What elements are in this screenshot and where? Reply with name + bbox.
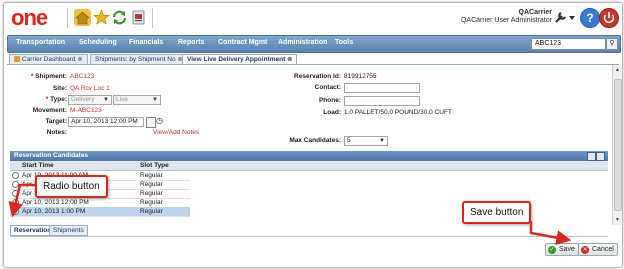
home-icon [14, 56, 20, 62]
load-label: Load: [323, 109, 341, 116]
header-divider [67, 8, 68, 28]
type-select[interactable]: Delivery ▼ [68, 95, 112, 105]
settings-wrench-icon[interactable] [554, 10, 576, 27]
col-slot-type[interactable]: Slot Type [140, 161, 169, 170]
document-icon[interactable] [130, 9, 147, 26]
cancel-button[interactable]: ✕ Cancel [578, 243, 618, 256]
row-radio[interactable] [12, 172, 19, 179]
tab-label: Shipments: by Shipment No [95, 56, 176, 63]
nav-reports[interactable]: Reports [178, 39, 204, 46]
row-radio-selected[interactable] [12, 208, 19, 215]
tab-carrier-dashboard[interactable]: Carrier Dashboard ⊗ [9, 54, 88, 64]
reservation-id-value: 819912755 [344, 73, 377, 80]
tab-label: View Live Delivery Appointment [187, 56, 286, 63]
notes-label: Notes: [46, 129, 67, 136]
user-info: QACarrier QACarrier User Administrator [461, 9, 552, 25]
tab-view-live-delivery[interactable]: View Live Delivery Appointment ⊗ [182, 54, 298, 64]
slot-type-cell: Regular [140, 181, 163, 188]
max-candidates-select[interactable]: 5 ▼ [344, 136, 388, 146]
scroll-down-arrow[interactable]: ▼ [614, 217, 621, 223]
logo: one [11, 5, 48, 30]
slot-type-cell: Regular [140, 199, 163, 206]
col-start-time[interactable]: Start Time [22, 161, 54, 170]
shipment-link[interactable]: ABC123 [70, 73, 94, 80]
start-time-cell: Apr 10, 2013 12:00 PM [22, 199, 89, 206]
row-radio[interactable] [12, 199, 19, 206]
phone-label: Phone: [318, 97, 341, 104]
appointment-form: * Shipment: ABC123 Site: QA Rcv Loc 1 * … [7, 65, 608, 146]
header-divider [152, 8, 153, 28]
close-icon[interactable]: ⊗ [77, 57, 82, 63]
divider [10, 236, 608, 237]
row-radio[interactable] [12, 190, 19, 197]
home-icon[interactable] [74, 9, 91, 26]
shipment-label: * Shipment: [30, 73, 67, 80]
cancel-label: Cancel [592, 246, 614, 253]
nav-administration[interactable]: Administration [278, 39, 327, 46]
grid-column-header: Start Time Slot Type [10, 161, 608, 171]
scroll-up-arrow[interactable]: ▲ [614, 67, 621, 73]
nav-scheduling[interactable]: Scheduling [79, 39, 117, 46]
reservation-id-label: Reservation Id: [294, 73, 341, 80]
tab-shipments-bottom[interactable]: Shipments [49, 225, 88, 236]
app-window: one QACarrier QACarrier User Administrat… [3, 2, 623, 268]
grid-refresh-icon[interactable] [587, 152, 596, 161]
nav-tools[interactable]: Tools [335, 39, 353, 46]
nav-contract-mgmt[interactable]: Contract Mgmt [218, 39, 267, 46]
user-name: QACarrier [518, 9, 552, 16]
site-label: Site: [52, 85, 67, 92]
start-time-cell: Apr 10, 2013 1:00 PM [22, 208, 86, 215]
mode-select[interactable]: Live ▼ [113, 95, 161, 105]
search-icon[interactable]: ⚲ [606, 38, 618, 50]
favorites-star-icon[interactable] [93, 9, 110, 26]
tab-shipments[interactable]: Shipments: by Shipment No ⊗ [90, 54, 188, 64]
save-label: Save [559, 246, 575, 253]
save-button[interactable]: ✓ Save [545, 243, 579, 256]
check-icon: ✓ [548, 246, 556, 254]
phone-field[interactable] [344, 96, 420, 106]
cancel-x-icon: ✕ [581, 246, 589, 254]
close-icon[interactable]: ⊗ [287, 57, 292, 63]
load-value: 1.0 PALLET/50.0 POUND/30.0 CUFT [344, 109, 452, 116]
calendar-icon[interactable] [146, 117, 156, 128]
reservation-candidates-header: Reservation Candidates [10, 151, 608, 161]
grid-collapse-icon[interactable] [596, 152, 605, 161]
row-radio[interactable] [12, 181, 19, 188]
movement-link[interactable]: M-ABC123 [70, 107, 102, 114]
max-candidates-label: Max Candidates: [289, 137, 341, 144]
slot-type-cell: Regular [140, 172, 163, 179]
table-row-selected[interactable]: Apr 10, 2013 1:00 PM Regular [10, 207, 190, 217]
nav-financials[interactable]: Financials [129, 39, 163, 46]
movement-label: Movement: [32, 107, 67, 114]
contact-field[interactable] [344, 83, 420, 93]
slot-type-cell: Regular [140, 208, 163, 215]
global-search-input[interactable]: ABC123 [531, 38, 606, 50]
view-add-notes-link[interactable]: View/Add Notes [153, 129, 199, 136]
main-nav: Transportation Scheduling Financials Rep… [7, 35, 621, 53]
logout-power-icon[interactable] [599, 8, 619, 28]
top-header: one QACarrier QACarrier User Administrat… [4, 3, 622, 33]
tab-label: Carrier Dashboard [22, 56, 76, 63]
page-scrollbar[interactable]: ▲ ▼ [612, 65, 622, 225]
site-link[interactable]: QA Rcv Loc 1 [70, 85, 110, 92]
grid-title: Reservation Candidates [14, 152, 89, 159]
target-datetime-input[interactable]: Apr 10, 2013 12:00 PM [68, 117, 144, 127]
nav-transportation[interactable]: Transportation [16, 39, 65, 46]
radio-button-callout: Radio button [35, 175, 108, 198]
scroll-thumb[interactable] [614, 79, 622, 211]
save-button-callout: Save button [462, 201, 532, 224]
slot-type-cell: Regular [140, 190, 163, 197]
user-role: QACarrier User Administrator [460, 17, 552, 24]
target-label: Target: [45, 118, 67, 125]
help-icon[interactable]: ? [580, 8, 600, 28]
contact-label: Contact: [314, 84, 341, 91]
page-tabs: Carrier Dashboard ⊗ Shipments: by Shipmen… [7, 53, 619, 65]
type-label: * Type: [45, 96, 67, 103]
clock-icon[interactable]: ◷ [156, 116, 163, 125]
refresh-icon[interactable] [111, 9, 128, 26]
